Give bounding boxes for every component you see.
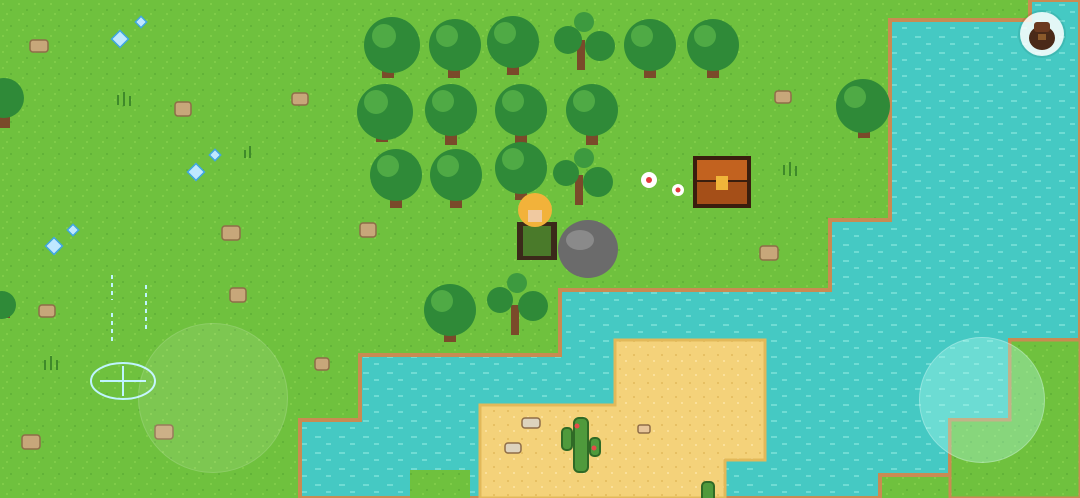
cactus-icon (701, 481, 715, 498)
inventory-button[interactable] (1020, 12, 1064, 56)
bag-icon (1029, 22, 1055, 50)
move-joystick[interactable] (138, 323, 288, 473)
grass-bank-bottom (410, 470, 470, 498)
boulder-icon (558, 220, 618, 278)
action-button[interactable] (919, 337, 1045, 463)
treasure-chest-icon (693, 156, 751, 208)
